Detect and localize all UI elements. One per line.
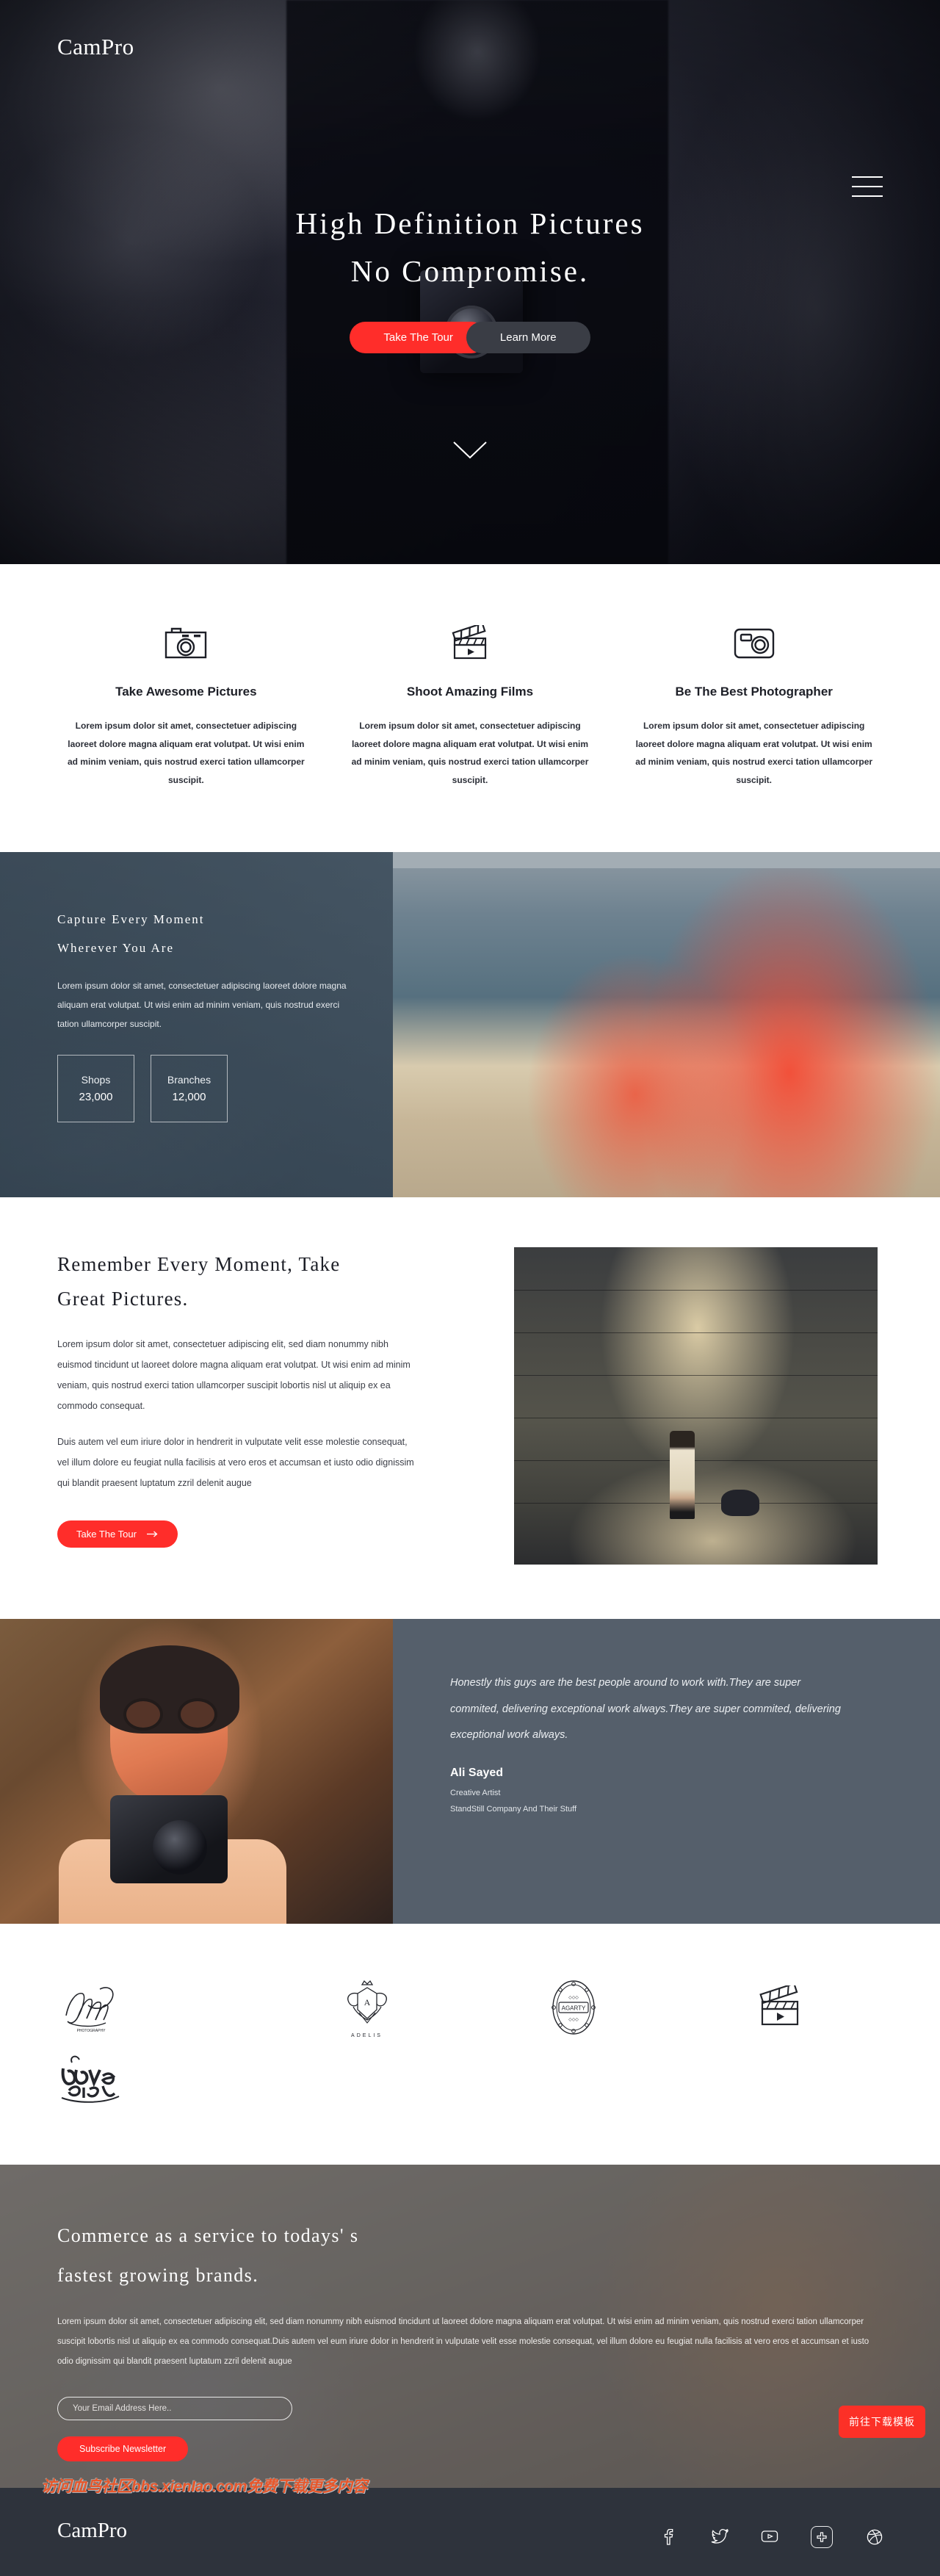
- stat-label: Shops: [81, 1073, 111, 1086]
- remember-section: Remember Every Moment, Take Great Pictur…: [0, 1197, 940, 1620]
- cta-content: Commerce as a service to todays' s faste…: [0, 2165, 940, 2462]
- hero-copy: High Definition Pictures No Compromise. …: [0, 200, 940, 353]
- feature-text: Lorem ipsum dolor sit amet, consectetuer…: [635, 721, 873, 785]
- brand-logo-azuam[interactable]: PHOTOGRAPHY: [57, 1972, 264, 2043]
- hero-title-line-2: No Compromise.: [350, 253, 590, 288]
- facebook-icon[interactable]: [661, 2529, 677, 2546]
- stat-label: Branches: [167, 1073, 212, 1086]
- compact-camera-icon: [634, 620, 874, 667]
- testimonial-author-role: Creative Artist: [450, 1788, 501, 1797]
- dribbble-icon[interactable]: [867, 2529, 883, 2545]
- camera-retro-icon: [66, 620, 306, 667]
- download-template-button[interactable]: 前往下载模板: [839, 2406, 925, 2439]
- features-section: Take Awesome Pictures Lorem ipsum dolor …: [0, 564, 940, 853]
- svg-text:◇◇◇: ◇◇◇: [568, 1996, 579, 2000]
- feature-card-pictures: Take Awesome Pictures Lorem ipsum dolor …: [44, 620, 328, 789]
- remember-street-photo: [514, 1247, 878, 1565]
- hamburger-line: [852, 195, 883, 197]
- feature-text: Lorem ipsum dolor sit amet, consectetuer…: [351, 721, 589, 785]
- hero-button-group: Take The Tour Learn More: [0, 321, 940, 353]
- cta-heading-line-1: Commerce as a service to todays' s: [57, 2225, 359, 2247]
- hamburger-line: [852, 176, 883, 178]
- svg-text:A: A: [364, 1997, 370, 2007]
- chevron-down-icon[interactable]: [452, 441, 488, 463]
- twitter-icon[interactable]: [711, 2528, 729, 2545]
- email-input[interactable]: [57, 2397, 292, 2421]
- cta-heading-line-2: fastest growing brands.: [57, 2264, 259, 2286]
- testimonial-quote: Honestly this guys are the best people a…: [450, 1677, 841, 1742]
- arrow-right-icon: [146, 1529, 159, 1540]
- hero-title-line-1: High Definition Pictures: [295, 206, 645, 240]
- capture-stats: Shops 23,000 Branches 12,000: [57, 1054, 349, 1122]
- remember-take-the-tour-button[interactable]: Take The Tour: [57, 1520, 178, 1548]
- testimonial-content: Honestly this guys are the best people a…: [393, 1619, 940, 1924]
- testimonial-portrait-photo: [0, 1619, 393, 1924]
- capture-heading-line-1: Capture Every Moment: [57, 912, 205, 927]
- brand-logo-adelis[interactable]: A ADELIS: [264, 1972, 470, 2043]
- photo-sky-band: [393, 852, 940, 869]
- hero-section: CamPro High Definition Pictures No Compr…: [0, 0, 940, 564]
- testimonial-section: Honestly this guys are the best people a…: [0, 1619, 940, 1924]
- feature-text: Lorem ipsum dolor sit amet, consectetuer…: [67, 721, 305, 785]
- brand-logos-section: PHOTOGRAPHY A ADELIS AGARTY ◇◇◇ ◇◇◇: [0, 1924, 940, 2165]
- site-logo[interactable]: CamPro: [57, 34, 134, 60]
- testimonial-author-company: StandStill Company And Their Stuff: [450, 1804, 577, 1814]
- adelis-crest-logo: A: [347, 1980, 387, 2024]
- capture-copy: Capture Every Moment Wherever You Are Lo…: [0, 852, 393, 1122]
- remember-heading-line-1: Remember Every Moment, Take: [57, 1253, 341, 1276]
- hamburger-line: [852, 186, 883, 187]
- cta-paragraph: Lorem ipsum dolor sit amet, consectetuer…: [57, 2317, 870, 2366]
- feature-title: Take Awesome Pictures: [115, 685, 257, 699]
- remember-heading-line-2: Great Pictures.: [57, 1287, 189, 1310]
- stat-card-branches: Branches 12,000: [151, 1054, 228, 1122]
- capture-heading-line-2: Wherever You Are: [57, 941, 174, 956]
- clapperboard-logo: [759, 1985, 798, 2026]
- landing-page: CamPro High Definition Pictures No Compr…: [0, 0, 940, 2576]
- capture-selfie-photo: [393, 852, 940, 1198]
- remember-copy: Remember Every Moment, Take Great Pictur…: [0, 1247, 470, 1565]
- svg-text:PHOTOGRAPHY: PHOTOGRAPHY: [77, 2029, 106, 2033]
- remember-paragraph-2: Duis autem vel eum iriure dolor in hendr…: [57, 1437, 414, 1488]
- remember-photo-wrap: [470, 1247, 940, 1565]
- feature-card-photographer: Be The Best Photographer Lorem ipsum dol…: [612, 620, 896, 789]
- button-label: Take The Tour: [76, 1528, 137, 1540]
- svg-text:◇◇◇: ◇◇◇: [568, 2018, 579, 2022]
- svg-text:AGARTY: AGARTY: [561, 2005, 585, 2012]
- hamburger-icon[interactable]: [852, 176, 883, 198]
- capture-section: Capture Every Moment Wherever You Are Lo…: [0, 852, 940, 1198]
- love-is-art-logo: [61, 2056, 120, 2104]
- portrait-dslr-camera: [110, 1795, 228, 1884]
- brand-label: ADELIS: [351, 2032, 383, 2038]
- remember-paragraph-1: Lorem ipsum dolor sit amet, consectetuer…: [57, 1339, 411, 1411]
- photo-child-figure: [670, 1431, 695, 1520]
- capture-text-panel: Capture Every Moment Wherever You Are Lo…: [0, 852, 393, 1198]
- portrait-glasses: [123, 1698, 217, 1731]
- feature-title: Be The Best Photographer: [675, 685, 833, 699]
- learn-more-button[interactable]: Learn More: [466, 321, 590, 353]
- social-links: [661, 2526, 883, 2549]
- stat-card-shops: Shops 23,000: [57, 1054, 134, 1122]
- testimonial-author-name: Ali Sayed: [450, 1766, 504, 1779]
- brand-logo-clapperboard[interactable]: [676, 1972, 883, 2043]
- feature-card-films: Shoot Amazing Films Lorem ipsum dolor si…: [328, 620, 612, 789]
- clapperboard-icon: [350, 620, 590, 667]
- stat-value: 23,000: [79, 1090, 113, 1103]
- google-plus-icon[interactable]: [811, 2526, 833, 2549]
- capture-paragraph: Lorem ipsum dolor sit amet, consectetuer…: [57, 980, 347, 1030]
- azuam-script-logo: PHOTOGRAPHY: [65, 1987, 114, 2033]
- photo-dog-figure: [721, 1490, 759, 1517]
- feature-title: Shoot Amazing Films: [406, 685, 534, 699]
- site-footer: CamPro 访问血鸟社区bbs.xienIao.com免费下载更多内容 前往下…: [0, 2406, 940, 2576]
- brand-logo-love-is-art[interactable]: [57, 2043, 264, 2113]
- subscribe-newsletter-button[interactable]: Subscribe Newsletter: [57, 2436, 189, 2462]
- newsletter-cta-section: Commerce as a service to todays' s faste…: [0, 2165, 940, 2489]
- youtube-icon[interactable]: [761, 2529, 778, 2545]
- stat-value: 12,000: [172, 1090, 206, 1103]
- brand-logo-agarty[interactable]: AGARTY ◇◇◇ ◇◇◇: [470, 1972, 676, 2043]
- agarty-badge-logo: AGARTY ◇◇◇ ◇◇◇: [551, 1980, 596, 2035]
